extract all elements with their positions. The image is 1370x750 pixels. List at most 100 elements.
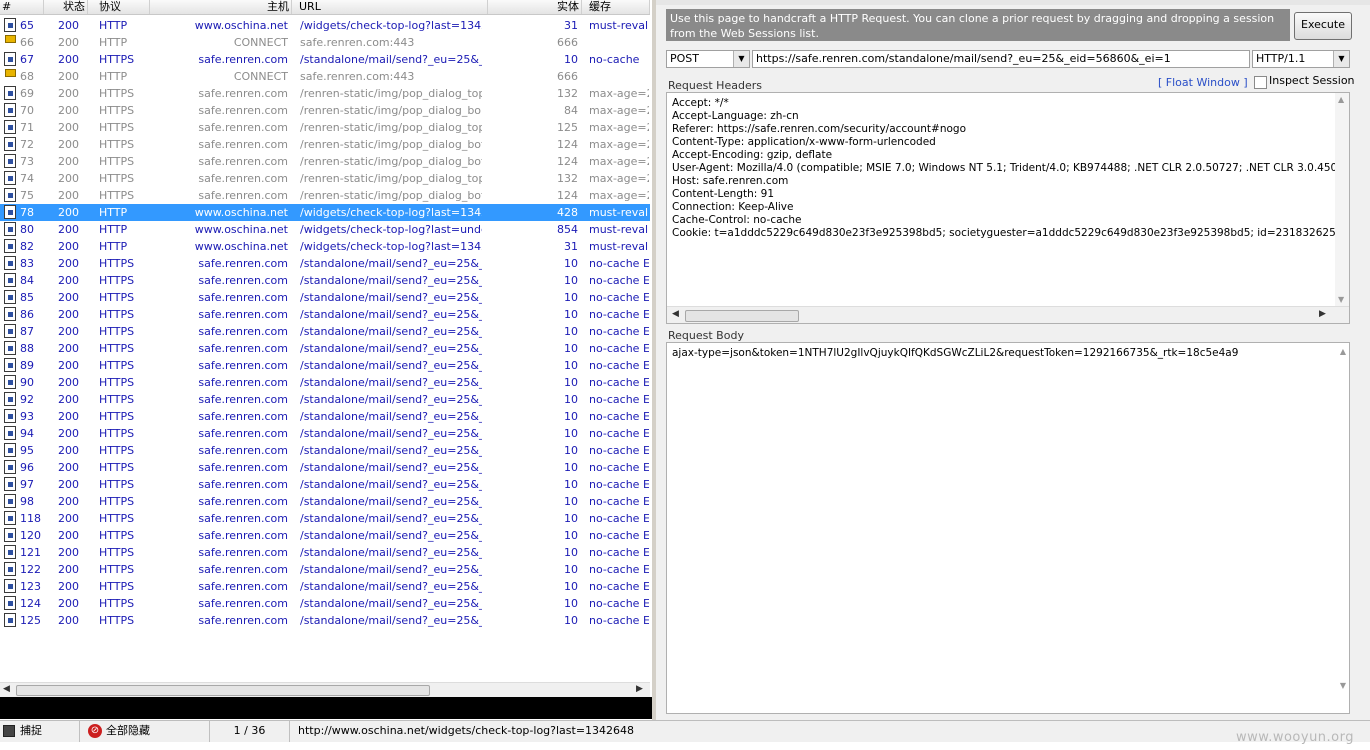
session-host: safe.renren.com [198,53,288,66]
session-host: CONNECT [233,70,288,83]
execute-button[interactable]: Execute [1294,12,1352,40]
scroll-left-icon[interactable]: ◀ [672,309,679,319]
session-id: 97 [20,478,34,491]
session-status: 200 [58,461,79,474]
session-row[interactable]: 80 200 HTTP www.oschina.net/widgets/check-t… [0,221,650,238]
scroll-up-icon[interactable]: ▲ [1340,347,1346,356]
chevron-down-icon[interactable]: ▼ [733,51,749,67]
page-icon [4,239,18,253]
session-body-size: 84 [564,104,578,117]
session-url: /standalone/mail/send?_eu=25&_e... [300,342,482,355]
scroll-down-icon[interactable]: ▼ [1340,681,1346,690]
session-body-size: 124 [557,189,578,202]
session-row[interactable]: 71 200 HTTPS safe.renren.com/renren-static/… [0,119,650,136]
session-row[interactable]: 87 200 HTTPS safe.renren.com/standalone/mai… [0,323,650,340]
header-line: Connection: Keep-Alive [672,201,794,213]
session-row[interactable]: 75 200 HTTPS safe.renren.com/renren-static/… [0,187,650,204]
session-list-hscrollbar[interactable]: ◀ ▶ [0,682,650,697]
session-row[interactable]: 124 200 HTTPS safe.renren.com/standalone/ma… [0,595,650,612]
page-icon [4,120,18,134]
session-row[interactable]: 95 200 HTTPS safe.renren.com/standalone/mai… [0,442,650,459]
session-row[interactable]: 72 200 HTTPS safe.renren.com/renren-static/… [0,136,650,153]
session-row[interactable]: 68 200 HTTP CONNECT safe.renren.com:443 666 [0,68,650,85]
scroll-thumb[interactable] [685,310,799,322]
inspect-session-label[interactable]: Inspect Session [1269,74,1355,87]
page-icon [4,86,18,100]
session-url: /widgets/check-top-log?last=1342... [300,240,482,253]
session-row[interactable]: 96 200 HTTPS safe.renren.com/standalone/mai… [0,459,650,476]
float-window-link[interactable]: [ Float Window ] [1158,76,1248,89]
session-row[interactable]: 92 200 HTTPS safe.renren.com/standalone/mai… [0,391,650,408]
session-status: 200 [58,580,79,593]
session-row[interactable]: 97 200 HTTPS safe.renren.com/standalone/mai… [0,476,650,493]
session-row[interactable]: 65 200 HTTP www.oschina.net/widgets/check-t… [0,17,650,34]
url-input[interactable]: https://safe.renren.com/standalone/mail/… [752,50,1250,68]
capture-toggle[interactable]: 捕捉 [0,721,80,742]
column-header-protocol[interactable]: 协议 [88,0,150,14]
session-id: 90 [20,376,34,389]
column-header-url[interactable]: URL [292,0,488,14]
column-header-body[interactable]: 实体 [488,0,582,14]
session-id: 94 [20,427,34,440]
session-id: 85 [20,291,34,304]
column-header-id[interactable]: # [0,0,44,14]
session-body-size: 10 [564,546,578,559]
session-row[interactable]: 118 200 HTTPS safe.renren.com/standalone/ma… [0,510,650,527]
session-row[interactable]: 120 200 HTTPS safe.renren.com/standalone/ma… [0,527,650,544]
session-row[interactable]: 88 200 HTTPS safe.renren.com/standalone/mai… [0,340,650,357]
inspect-session-checkbox[interactable] [1254,76,1267,89]
session-row[interactable]: 82 200 HTTP www.oschina.net/widgets/check-t… [0,238,650,255]
session-row[interactable]: 73 200 HTTPS safe.renren.com/renren-static/… [0,153,650,170]
column-header-status[interactable]: 状态 [44,0,88,14]
scroll-right-icon[interactable]: ▶ [636,684,643,694]
scroll-right-icon[interactable]: ▶ [1319,309,1326,319]
session-url: /renren-static/img/pop_dialog_bott... [300,155,482,168]
session-body-size: 10 [564,393,578,406]
session-url: safe.renren.com:443 [300,36,415,49]
session-body-size: 854 [557,223,578,236]
session-host: safe.renren.com [198,614,288,627]
session-row[interactable]: 89 200 HTTPS safe.renren.com/standalone/mai… [0,357,650,374]
scroll-down-icon[interactable]: ▼ [1338,295,1344,304]
session-row[interactable]: 66 200 HTTP CONNECT safe.renren.com:443 666 [0,34,650,51]
session-body-size: 132 [557,87,578,100]
session-row[interactable]: 98 200 HTTPS safe.renren.com/standalone/mai… [0,493,650,510]
session-row[interactable]: 125 200 HTTPS safe.renren.com/standalone/ma… [0,612,650,629]
quickexec-bar[interactable] [0,697,652,719]
session-row[interactable]: 67 200 HTTPS safe.renren.com/standalone/mai… [0,51,650,68]
chevron-down-icon[interactable]: ▼ [1333,51,1349,67]
scroll-thumb[interactable] [16,685,430,696]
process-filter[interactable]: ⊘ 全部隐藏 [80,721,210,742]
session-row[interactable]: 85 200 HTTPS safe.renren.com/standalone/mai… [0,289,650,306]
session-row[interactable]: 84 200 HTTPS safe.renren.com/standalone/mai… [0,272,650,289]
session-host: www.oschina.net [194,240,288,253]
session-url: /standalone/mail/send?_eu=25&_e... [300,325,482,338]
session-row[interactable]: 70 200 HTTPS safe.renren.com/renren-static/… [0,102,650,119]
session-row[interactable]: 121 200 HTTPS safe.renren.com/standalone/ma… [0,544,650,561]
column-header-caching[interactable]: 缓存 [582,0,650,14]
column-header-host[interactable]: 主机 [150,0,292,14]
http-version-select[interactable]: HTTP/1.1 ▼ [1252,50,1350,68]
session-row[interactable]: 122 200 HTTPS safe.renren.com/standalone/ma… [0,561,650,578]
session-host: safe.renren.com [198,359,288,372]
session-row[interactable]: 93 200 HTTPS safe.renren.com/standalone/mai… [0,408,650,425]
scroll-left-icon[interactable]: ◀ [3,684,10,694]
page-icon [4,562,18,576]
session-row[interactable]: 74 200 HTTPS safe.renren.com/renren-static/… [0,170,650,187]
headers-vscrollbar[interactable]: ▲ ▼ [1335,93,1349,309]
session-row[interactable]: 123 200 HTTPS safe.renren.com/standalone/ma… [0,578,650,595]
method-select[interactable]: POST ▼ [666,50,750,68]
session-caching: no-cache Ex [589,495,649,508]
headers-hscrollbar[interactable]: ◀ ▶ [667,306,1349,323]
request-body-textarea[interactable]: ajax-type=json&token=1NTH7lU2gIlvQjuykQI… [666,342,1350,714]
session-protocol: HTTPS [99,342,135,355]
session-row[interactable]: 86 200 HTTPS safe.renren.com/standalone/mai… [0,306,650,323]
session-row[interactable]: 78 200 HTTP www.oschina.net/widgets/check-t… [0,204,650,221]
session-protocol: HTTPS [99,274,135,287]
session-row[interactable]: 90 200 HTTPS safe.renren.com/standalone/mai… [0,374,650,391]
session-row[interactable]: 83 200 HTTPS safe.renren.com/standalone/mai… [0,255,650,272]
scroll-up-icon[interactable]: ▲ [1338,95,1344,104]
session-row[interactable]: 94 200 HTTPS safe.renren.com/standalone/mai… [0,425,650,442]
session-row[interactable]: 69 200 HTTPS safe.renren.com/renren-static/… [0,85,650,102]
request-headers-textarea[interactable]: Accept: */* Accept-Language: zh-cn Referer… [666,92,1350,324]
